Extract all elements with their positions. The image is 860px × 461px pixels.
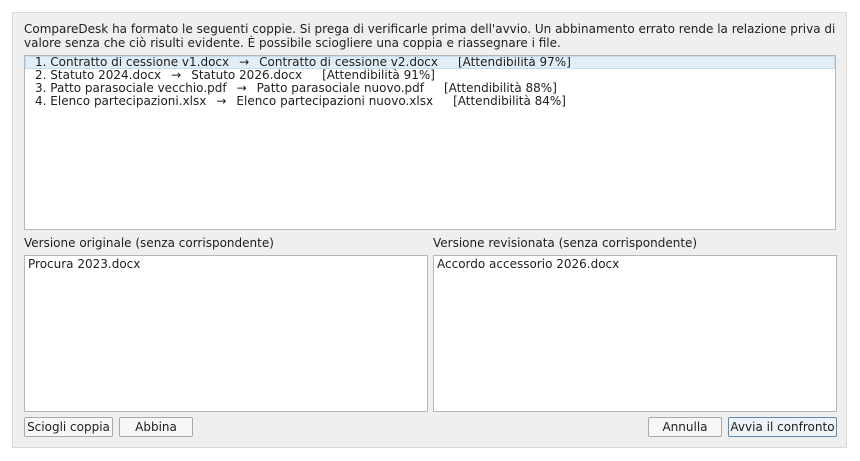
pair-right-file: Elenco partecipazioni nuovo.xlsx xyxy=(236,94,434,108)
pair-index: 4. xyxy=(35,94,47,108)
pairs-list[interactable]: 1. Contratto di cessione v1.docx → Contr… xyxy=(24,55,836,230)
revised-unmatched-list[interactable]: Accordo accessorio 2026.docx xyxy=(433,255,837,412)
revised-unmatched-label: Versione revisionata (senza corrisponden… xyxy=(433,236,698,250)
pair-button[interactable]: Abbina xyxy=(119,417,193,437)
list-item[interactable]: Accordo accessorio 2026.docx xyxy=(437,258,833,271)
pair-row[interactable]: 4. Elenco partecipazioni.xlsx → Elenco p… xyxy=(25,95,835,108)
pair-arrow: → xyxy=(216,94,227,108)
start-comparison-button[interactable]: Avvia il confronto xyxy=(728,417,837,437)
list-item[interactable]: Procura 2023.docx xyxy=(28,258,424,271)
pair-left-file: Elenco partecipazioni.xlsx xyxy=(50,94,207,108)
intro-text: CompareDesk ha formato le seguenti coppi… xyxy=(24,22,836,50)
unpair-button[interactable]: Sciogli coppia xyxy=(24,417,113,437)
pair-confidence: [Attendibilità 84%] xyxy=(453,94,566,108)
original-unmatched-list[interactable]: Procura 2023.docx xyxy=(24,255,428,412)
pairing-dialog: CompareDesk ha formato le seguenti coppi… xyxy=(12,12,847,448)
cancel-button[interactable]: Annulla xyxy=(648,417,722,437)
original-unmatched-label: Versione originale (senza corrispondente… xyxy=(24,236,274,250)
pair-confidence: [Attendibilità 97%] xyxy=(458,55,571,69)
